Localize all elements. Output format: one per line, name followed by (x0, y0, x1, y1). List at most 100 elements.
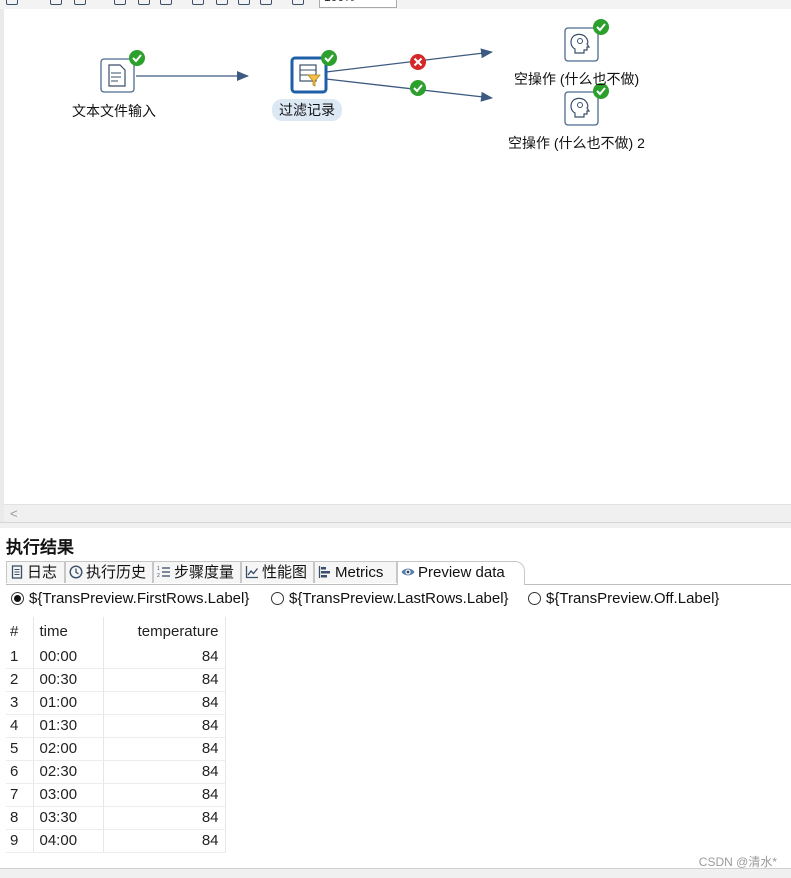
preview-icon[interactable] (114, 0, 126, 5)
log-icon (11, 565, 23, 579)
stop-icon[interactable] (74, 0, 86, 5)
row-index-cell[interactable]: 4 (6, 714, 34, 738)
temperature-cell[interactable]: 84 (103, 783, 226, 807)
transformation-canvas[interactable]: 文本文件输入 过滤记录 空操作 (什么也不做) 空操作 (什么也不做) 2 (4, 9, 791, 504)
time-cell[interactable]: 00:30 (33, 668, 104, 692)
dummy-step-1[interactable] (564, 27, 599, 62)
table-row[interactable]: 2 00:30 84 (6, 668, 226, 692)
row-index-cell[interactable]: 9 (6, 829, 34, 853)
row-index-cell[interactable]: 3 (6, 691, 34, 715)
radio-first-rows[interactable]: ${TransPreview.FirstRows.Label} (11, 590, 249, 607)
text-file-input-label: 文本文件输入 (72, 103, 156, 119)
filter-rows-step[interactable] (290, 56, 328, 94)
tab-step-metrics[interactable]: 1 2 步骤度量 (153, 561, 241, 583)
run-icon[interactable] (6, 0, 18, 5)
table-row[interactable]: 6 02:30 84 (6, 760, 226, 784)
dummy-step-2-label: 空操作 (什么也不做) 2 (508, 135, 645, 151)
time-cell[interactable]: 00:00 (33, 645, 104, 669)
radio-unchecked-icon[interactable] (528, 592, 541, 605)
time-cell[interactable]: 01:30 (33, 714, 104, 738)
temperature-cell[interactable]: 84 (103, 737, 226, 761)
tab-log[interactable]: 日志 (6, 561, 65, 583)
row-index-cell[interactable]: 2 (6, 668, 34, 692)
temperature-cell[interactable]: 84 (103, 829, 226, 853)
table-row[interactable]: 8 03:30 84 (6, 806, 226, 830)
debug-icon[interactable] (138, 0, 150, 5)
tab-history-label: 执行历史 (86, 564, 147, 581)
row-index-cell[interactable]: 8 (6, 806, 34, 830)
ok-check-icon (593, 19, 609, 35)
time-cell[interactable]: 02:00 (33, 737, 104, 761)
time-cell[interactable]: 02:30 (33, 760, 104, 784)
svg-text:2: 2 (157, 573, 160, 579)
tab-history[interactable]: 执行历史 (65, 561, 153, 583)
tab-log-label: 日志 (27, 564, 58, 581)
row-index-cell[interactable]: 5 (6, 737, 34, 761)
table-body: 1 00:00 84 2 00:30 84 3 01:00 84 4 01:30 84 5 02:00 84… (6, 645, 226, 853)
row-index-cell[interactable]: 6 (6, 760, 34, 784)
table-row[interactable]: 5 02:00 84 (6, 737, 226, 761)
verify-icon[interactable] (192, 0, 204, 5)
row-index-cell[interactable]: 7 (6, 783, 34, 807)
table-row[interactable]: 4 01:30 84 (6, 714, 226, 738)
preview-data-table[interactable]: # time temperature 1 00:00 84 2 00:30 84 3 01:0… (6, 617, 791, 867)
radio-last-rows[interactable]: ${TransPreview.LastRows.Label} (271, 590, 509, 607)
panel-separator[interactable] (0, 522, 791, 528)
sql-icon[interactable] (238, 0, 250, 5)
eye-icon (401, 568, 415, 576)
canvas-horizontal-scrollbar[interactable]: < (4, 504, 791, 523)
impact-icon[interactable] (216, 0, 228, 5)
table-header-row: # time temperature (6, 617, 226, 645)
radio-off[interactable]: ${TransPreview.Off.Label} (528, 590, 719, 607)
temperature-cell[interactable]: 84 (103, 668, 226, 692)
temperature-cell[interactable]: 84 (103, 806, 226, 830)
table-row[interactable]: 3 01:00 84 (6, 691, 226, 715)
time-cell[interactable]: 01:00 (33, 691, 104, 715)
scroll-left-icon[interactable]: < (10, 505, 18, 523)
zoom-select[interactable]: 100% (319, 0, 397, 8)
radio-off-label: ${TransPreview.Off.Label} (546, 590, 720, 607)
temperature-cell[interactable]: 84 (103, 714, 226, 738)
pause-icon[interactable] (50, 0, 62, 5)
radio-checked-icon[interactable] (11, 592, 24, 605)
svg-text:1: 1 (157, 566, 160, 572)
tab-performance-label: 性能图 (262, 564, 308, 581)
ok-check-icon (129, 50, 145, 66)
panel-title: 执行结果 (6, 538, 74, 557)
tab-performance[interactable]: 性能图 (241, 561, 314, 583)
tab-metrics[interactable]: Metrics (314, 561, 397, 583)
tab-preview-data[interactable]: Preview data (397, 561, 525, 585)
column-header-temperature[interactable]: temperature (103, 617, 226, 645)
preview-mode-options: ${TransPreview.FirstRows.Label} ${TransP… (6, 585, 791, 613)
time-cell[interactable]: 03:30 (33, 806, 104, 830)
time-cell[interactable]: 03:00 (33, 783, 104, 807)
show-results-icon[interactable] (292, 0, 304, 5)
dummy-step-2[interactable] (564, 91, 599, 126)
temperature-cell[interactable]: 84 (103, 760, 226, 784)
column-header-time[interactable]: time (33, 617, 104, 645)
tab-metrics-label: Metrics (335, 564, 384, 581)
performance-chart-icon (245, 566, 259, 579)
column-header-index[interactable]: # (6, 617, 34, 645)
radio-first-rows-label: ${TransPreview.FirstRows.Label} (29, 590, 250, 607)
row-index-cell[interactable]: 1 (6, 645, 34, 669)
table-row[interactable]: 9 04:00 84 (6, 829, 226, 853)
hop-filter-to-dummy2[interactable] (325, 78, 493, 102)
step-metrics-icon: 12 (157, 566, 170, 579)
history-icon (69, 565, 83, 579)
text-file-input-step[interactable] (100, 58, 135, 93)
table-row[interactable]: 7 03:00 84 (6, 783, 226, 807)
hop-filter-to-dummy1[interactable] (325, 48, 493, 73)
result-tabs: 日志 执行历史 1 2 步骤度量 性能图 Metrics Preview data (6, 560, 791, 585)
ok-check-icon (321, 50, 337, 66)
temperature-cell[interactable]: 84 (103, 691, 226, 715)
explore-db-icon[interactable] (260, 0, 272, 5)
replay-icon[interactable] (160, 0, 172, 5)
error-hop-icon (410, 54, 426, 70)
radio-unchecked-icon[interactable] (271, 592, 284, 605)
metrics-icon (318, 566, 330, 578)
radio-last-rows-label: ${TransPreview.LastRows.Label} (289, 590, 509, 607)
table-row[interactable]: 1 00:00 84 (6, 645, 226, 669)
time-cell[interactable]: 04:00 (33, 829, 104, 853)
temperature-cell[interactable]: 84 (103, 645, 226, 669)
